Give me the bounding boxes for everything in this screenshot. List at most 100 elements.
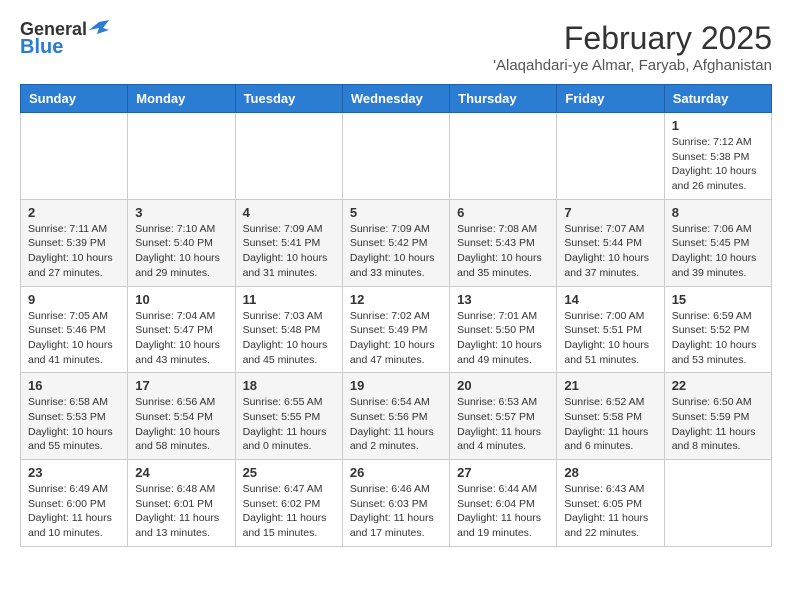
weekday-header-thursday: Thursday — [450, 85, 557, 113]
day-info: Sunrise: 6:55 AM Sunset: 5:55 PM Dayligh… — [243, 395, 335, 454]
calendar-cell: 25 Sunrise: 6:47 AM Sunset: 6:02 PM Dayli… — [235, 460, 342, 547]
day-info: Sunrise: 6:46 AM Sunset: 6:03 PM Dayligh… — [350, 482, 442, 541]
day-number: 3 — [135, 205, 227, 220]
calendar-cell: 9 Sunrise: 7:05 AM Sunset: 5:46 PM Daylig… — [21, 286, 128, 373]
day-number: 21 — [564, 378, 656, 393]
day-number: 5 — [350, 205, 442, 220]
calendar-cell — [128, 113, 235, 200]
calendar-cell: 13Sunrise: 7:01 AM Sunset: 5:50 PM Dayli… — [450, 286, 557, 373]
calendar-cell: 21 Sunrise: 6:52 AM Sunset: 5:58 PM Dayli… — [557, 373, 664, 460]
day-number: 7 — [564, 205, 656, 220]
calendar-cell: 17 Sunrise: 6:56 AM Sunset: 5:54 PM Dayli… — [128, 373, 235, 460]
day-info: Sunrise: 7:05 AM Sunset: 5:46 PM Dayligh… — [28, 309, 120, 368]
day-info: Sunrise: 7:08 AM Sunset: 5:43 PM Dayligh… — [457, 222, 549, 281]
day-info: Sunrise: 7:06 AM Sunset: 5:45 PM Dayligh… — [672, 222, 764, 281]
calendar-cell: 7Sunrise: 7:07 AM Sunset: 5:44 PM Daylig… — [557, 199, 664, 286]
day-info: Sunrise: 6:43 AM Sunset: 6:05 PM Dayligh… — [564, 482, 656, 541]
calendar-cell — [235, 113, 342, 200]
logo-blue: Blue — [20, 36, 63, 58]
day-number: 14 — [564, 292, 656, 307]
day-info: Sunrise: 6:58 AM Sunset: 5:53 PM Dayligh… — [28, 395, 120, 454]
calendar-cell: 20Sunrise: 6:53 AM Sunset: 5:57 PM Dayli… — [450, 373, 557, 460]
calendar-cell: 23Sunrise: 6:49 AM Sunset: 6:00 PM Dayli… — [21, 460, 128, 547]
calendar-cell: 1Sunrise: 7:12 AM Sunset: 5:38 PM Daylig… — [664, 113, 771, 200]
day-number: 26 — [350, 465, 442, 480]
calendar-cell: 18 Sunrise: 6:55 AM Sunset: 5:55 PM Dayli… — [235, 373, 342, 460]
weekday-header-sunday: Sunday — [21, 85, 128, 113]
day-number: 17 — [135, 378, 227, 393]
calendar-cell — [664, 460, 771, 547]
location-subtitle: 'Alaqahdari-ye Almar, Faryab, Afghanista… — [493, 57, 772, 74]
calendar-cell: 8 Sunrise: 7:06 AM Sunset: 5:45 PM Daylig… — [664, 199, 771, 286]
calendar-week-4: 16 Sunrise: 6:58 AM Sunset: 5:53 PM Dayli… — [21, 373, 772, 460]
calendar-cell: 10 Sunrise: 7:04 AM Sunset: 5:47 PM Dayli… — [128, 286, 235, 373]
day-info: Sunrise: 6:52 AM Sunset: 5:58 PM Dayligh… — [564, 395, 656, 454]
calendar-cell: 26 Sunrise: 6:46 AM Sunset: 6:03 PM Dayli… — [342, 460, 449, 547]
day-info: Sunrise: 6:56 AM Sunset: 5:54 PM Dayligh… — [135, 395, 227, 454]
day-info: Sunrise: 7:09 AM Sunset: 5:41 PM Dayligh… — [243, 222, 335, 281]
weekday-header-wednesday: Wednesday — [342, 85, 449, 113]
day-number: 19 — [350, 378, 442, 393]
calendar-cell: 24 Sunrise: 6:48 AM Sunset: 6:01 PM Dayli… — [128, 460, 235, 547]
weekday-header-tuesday: Tuesday — [235, 85, 342, 113]
day-number: 20 — [457, 378, 549, 393]
day-number: 25 — [243, 465, 335, 480]
calendar-cell: 6 Sunrise: 7:08 AM Sunset: 5:43 PM Daylig… — [450, 199, 557, 286]
calendar-cell — [21, 113, 128, 200]
month-title: February 2025 — [493, 20, 772, 57]
calendar-header-row: SundayMondayTuesdayWednesdayThursdayFrid… — [21, 85, 772, 113]
day-number: 13 — [457, 292, 549, 307]
calendar-cell: 4 Sunrise: 7:09 AM Sunset: 5:41 PM Daylig… — [235, 199, 342, 286]
calendar-cell: 15 Sunrise: 6:59 AM Sunset: 5:52 PM Dayli… — [664, 286, 771, 373]
calendar-cell: 11 Sunrise: 7:03 AM Sunset: 5:48 PM Dayli… — [235, 286, 342, 373]
day-number: 6 — [457, 205, 549, 220]
weekday-header-monday: Monday — [128, 85, 235, 113]
calendar-cell: 28 Sunrise: 6:43 AM Sunset: 6:05 PM Dayli… — [557, 460, 664, 547]
calendar-cell: 12 Sunrise: 7:02 AM Sunset: 5:49 PM Dayli… — [342, 286, 449, 373]
day-info: Sunrise: 7:12 AM Sunset: 5:38 PM Dayligh… — [672, 135, 764, 194]
day-info: Sunrise: 7:02 AM Sunset: 5:49 PM Dayligh… — [350, 309, 442, 368]
calendar-week-5: 23Sunrise: 6:49 AM Sunset: 6:00 PM Dayli… — [21, 460, 772, 547]
title-section: February 2025 'Alaqahdari-ye Almar, Fary… — [493, 20, 772, 74]
day-info: Sunrise: 7:00 AM Sunset: 5:51 PM Dayligh… — [564, 309, 656, 368]
day-number: 18 — [243, 378, 335, 393]
weekday-header-friday: Friday — [557, 85, 664, 113]
day-number: 23 — [28, 465, 120, 480]
day-number: 10 — [135, 292, 227, 307]
calendar-cell — [342, 113, 449, 200]
day-info: Sunrise: 6:59 AM Sunset: 5:52 PM Dayligh… — [672, 309, 764, 368]
day-info: Sunrise: 6:47 AM Sunset: 6:02 PM Dayligh… — [243, 482, 335, 541]
day-number: 22 — [672, 378, 764, 393]
day-number: 8 — [672, 205, 764, 220]
calendar-week-3: 9 Sunrise: 7:05 AM Sunset: 5:46 PM Daylig… — [21, 286, 772, 373]
calendar-week-1: 1Sunrise: 7:12 AM Sunset: 5:38 PM Daylig… — [21, 113, 772, 200]
page-header: General Blue February 2025 'Alaqahdari-y… — [20, 20, 772, 74]
day-info: Sunrise: 6:50 AM Sunset: 5:59 PM Dayligh… — [672, 395, 764, 454]
day-info: Sunrise: 7:03 AM Sunset: 5:48 PM Dayligh… — [243, 309, 335, 368]
calendar-cell: 14 Sunrise: 7:00 AM Sunset: 5:51 PM Dayli… — [557, 286, 664, 373]
calendar-cell: 3 Sunrise: 7:10 AM Sunset: 5:40 PM Daylig… — [128, 199, 235, 286]
calendar-table: SundayMondayTuesdayWednesdayThursdayFrid… — [20, 84, 772, 547]
day-number: 24 — [135, 465, 227, 480]
day-number: 11 — [243, 292, 335, 307]
day-number: 15 — [672, 292, 764, 307]
calendar-cell: 19Sunrise: 6:54 AM Sunset: 5:56 PM Dayli… — [342, 373, 449, 460]
day-number: 12 — [350, 292, 442, 307]
day-info: Sunrise: 7:10 AM Sunset: 5:40 PM Dayligh… — [135, 222, 227, 281]
calendar-week-2: 2Sunrise: 7:11 AM Sunset: 5:39 PM Daylig… — [21, 199, 772, 286]
day-number: 9 — [28, 292, 120, 307]
day-number: 4 — [243, 205, 335, 220]
day-info: Sunrise: 7:11 AM Sunset: 5:39 PM Dayligh… — [28, 222, 120, 281]
day-number: 28 — [564, 465, 656, 480]
logo-bird-icon — [89, 20, 109, 36]
day-info: Sunrise: 6:48 AM Sunset: 6:01 PM Dayligh… — [135, 482, 227, 541]
calendar-cell — [450, 113, 557, 200]
calendar-cell: 5Sunrise: 7:09 AM Sunset: 5:42 PM Daylig… — [342, 199, 449, 286]
day-info: Sunrise: 7:04 AM Sunset: 5:47 PM Dayligh… — [135, 309, 227, 368]
day-number: 16 — [28, 378, 120, 393]
calendar-cell — [557, 113, 664, 200]
weekday-header-saturday: Saturday — [664, 85, 771, 113]
day-info: Sunrise: 6:44 AM Sunset: 6:04 PM Dayligh… — [457, 482, 549, 541]
calendar-cell: 22 Sunrise: 6:50 AM Sunset: 5:59 PM Dayli… — [664, 373, 771, 460]
calendar-cell: 16 Sunrise: 6:58 AM Sunset: 5:53 PM Dayli… — [21, 373, 128, 460]
